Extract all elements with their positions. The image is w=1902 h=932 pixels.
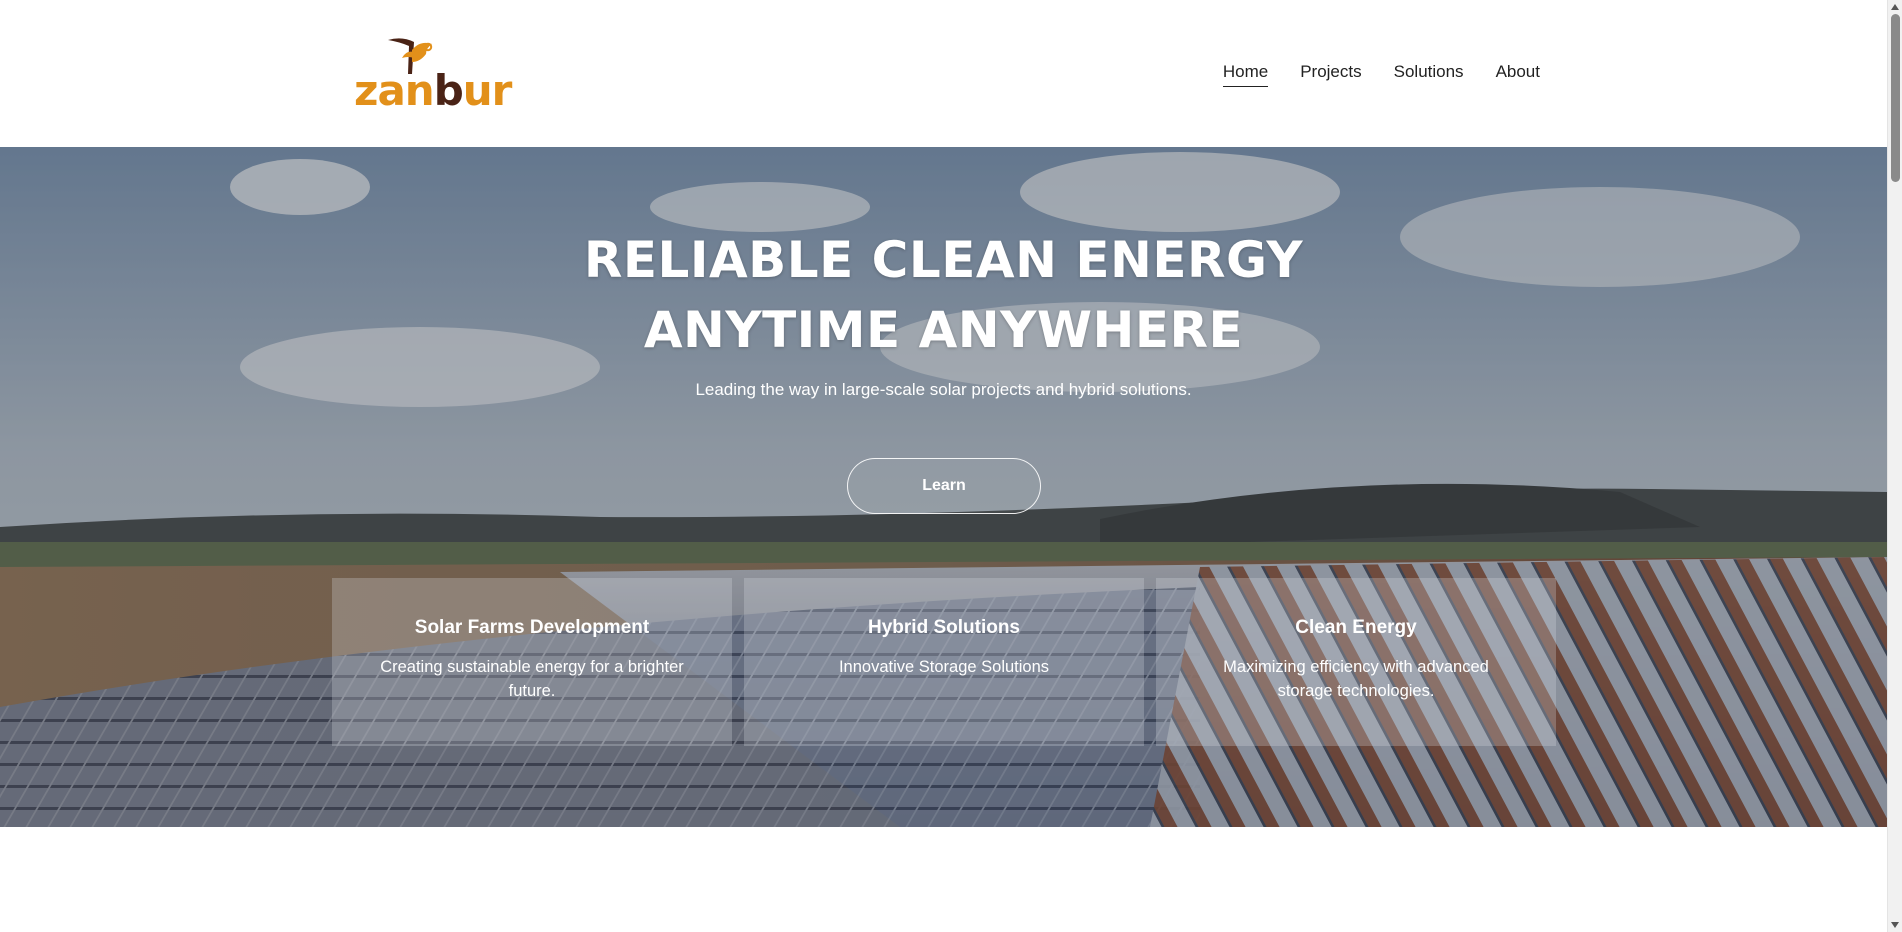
page: zanbur Home Projects Solutions About REL… [0,0,1902,932]
site-header: zanbur Home Projects Solutions About [0,0,1887,147]
scroll-down-arrow-icon[interactable] [1891,922,1899,928]
feature-card-clean-energy[interactable]: Clean Energy Maximizing efficiency with … [1156,578,1556,746]
logo-wordmark: zanbur [354,66,513,115]
feature-card-solar-farms[interactable]: Solar Farms Development Creating sustain… [332,578,732,746]
logo[interactable]: zanbur [352,36,512,115]
page-scrollbar[interactable] [1887,0,1902,932]
logo-text-part3: ur [462,66,513,115]
hero-section: RELIABLE CLEAN ENERGY ANYTIME ANYWHERE L… [0,147,1887,827]
card-description: Innovative Storage Solutions [838,658,1050,676]
logo-text-part2: b [433,66,464,115]
hero-subtitle: Leading the way in large-scale solar pro… [695,380,1192,399]
card-description: Creating sustainable energy for a bright… [380,658,684,700]
nav-solutions[interactable]: Solutions [1394,62,1464,87]
feature-card-hybrid-solutions[interactable]: Hybrid Solutions Innovative Storage Solu… [744,578,1144,746]
scroll-up-arrow-icon[interactable] [1891,4,1899,10]
nav-about[interactable]: About [1496,62,1540,87]
card-title: Clean Energy [1295,617,1417,638]
main-nav: Home Projects Solutions About [1222,62,1540,87]
learn-button[interactable]: Learn [847,458,1041,514]
card-title: Solar Farms Development [414,617,650,638]
nav-projects[interactable]: Projects [1300,62,1361,87]
logo-text-part1: zan [354,66,435,115]
hero-title-line2: ANYTIME ANYWHERE [643,301,1244,359]
nav-home[interactable]: Home [1222,62,1269,87]
feature-cards: Solar Farms Development Creating sustain… [332,578,1556,746]
card-description: Maximizing efficiency with advanced stor… [1223,658,1489,700]
scrollbar-thumb[interactable] [1891,14,1900,182]
hero-title-line1: RELIABLE CLEAN ENERGY [583,231,1304,289]
card-title: Hybrid Solutions [868,617,1020,638]
